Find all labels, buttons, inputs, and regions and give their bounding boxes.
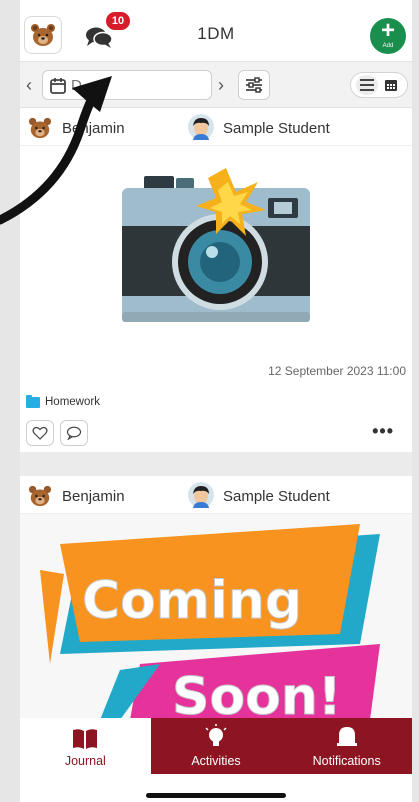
post-student: Sample Student bbox=[223, 120, 330, 137]
comment-button[interactable] bbox=[60, 420, 88, 446]
post-timestamp: 12 September 2023 11:00 bbox=[268, 364, 406, 378]
folder-icon bbox=[26, 394, 40, 408]
like-button[interactable] bbox=[26, 420, 54, 446]
sliders-icon bbox=[246, 77, 262, 93]
journal-feed[interactable]: Benjamin Sample Student 12 September 202… bbox=[20, 108, 412, 718]
app-screen: 10 1DM + Add ‹ › bbox=[20, 0, 412, 802]
plus-icon: + bbox=[380, 17, 395, 44]
date-input[interactable] bbox=[71, 77, 201, 94]
bell-icon bbox=[335, 722, 359, 750]
post-author: Benjamin bbox=[62, 120, 125, 137]
date-picker[interactable] bbox=[42, 70, 212, 100]
lightbulb-icon bbox=[203, 722, 229, 750]
camera-flash-image bbox=[122, 168, 310, 322]
nav-notifications[interactable]: Notifications bbox=[281, 718, 412, 774]
view-toggle bbox=[350, 72, 408, 98]
post-author: Benjamin bbox=[62, 488, 125, 505]
nav-journal-label: Journal bbox=[64, 754, 106, 768]
list-icon bbox=[360, 79, 374, 91]
home-indicator[interactable] bbox=[146, 793, 286, 798]
bottom-navigation: Journal Activities Notifications bbox=[20, 718, 412, 774]
add-button[interactable]: + Add bbox=[370, 18, 406, 54]
post-category-label: Homework bbox=[45, 396, 100, 408]
soon-text: Soon! bbox=[172, 667, 342, 718]
list-view-toggle[interactable] bbox=[356, 75, 378, 95]
calendar-view-toggle[interactable] bbox=[380, 75, 402, 95]
nav-notifications-label: Notifications bbox=[312, 754, 381, 768]
calendar-grid-icon bbox=[385, 80, 397, 91]
comment-icon bbox=[66, 426, 82, 440]
more-options-button[interactable]: ••• bbox=[372, 422, 394, 440]
page-title: 1DM bbox=[197, 24, 235, 43]
add-button-label: Add bbox=[382, 43, 394, 49]
post-photo[interactable]: Coming Soon! bbox=[20, 514, 412, 718]
student-avatar-icon bbox=[188, 114, 214, 140]
nav-activities-label: Activities bbox=[191, 754, 241, 768]
filter-bar: ‹ › bbox=[20, 62, 412, 108]
bear-avatar-icon bbox=[28, 485, 52, 507]
journal-post: Benjamin Sample Student 12 September 202… bbox=[20, 108, 412, 452]
heart-icon bbox=[32, 426, 48, 440]
post-category-tag[interactable]: Homework bbox=[26, 394, 100, 408]
student-avatar-icon bbox=[188, 482, 214, 508]
post-header: Benjamin Sample Student bbox=[20, 476, 412, 514]
post-student: Sample Student bbox=[223, 488, 330, 505]
journal-post: Benjamin Sample Student Coming Soon! bbox=[20, 476, 412, 718]
left-gutter bbox=[0, 0, 20, 802]
next-date-button[interactable]: › bbox=[218, 75, 224, 96]
filter-settings-button[interactable] bbox=[238, 70, 270, 100]
post-photo[interactable] bbox=[20, 146, 412, 358]
coming-text: Coming bbox=[82, 571, 302, 631]
top-bar: 10 1DM + Add bbox=[20, 0, 412, 62]
previous-date-button[interactable]: ‹ bbox=[26, 75, 32, 96]
book-icon bbox=[71, 722, 99, 750]
home-bar-area bbox=[20, 774, 412, 802]
post-header: Benjamin Sample Student bbox=[20, 108, 412, 146]
post-actions bbox=[26, 420, 88, 446]
calendar-icon bbox=[50, 78, 66, 94]
bear-avatar-icon bbox=[28, 117, 52, 139]
nav-journal[interactable]: Journal bbox=[20, 718, 151, 774]
right-gutter bbox=[412, 0, 419, 802]
nav-activities[interactable]: Activities bbox=[150, 718, 282, 774]
coming-soon-banner: Coming Soon! bbox=[20, 514, 412, 718]
